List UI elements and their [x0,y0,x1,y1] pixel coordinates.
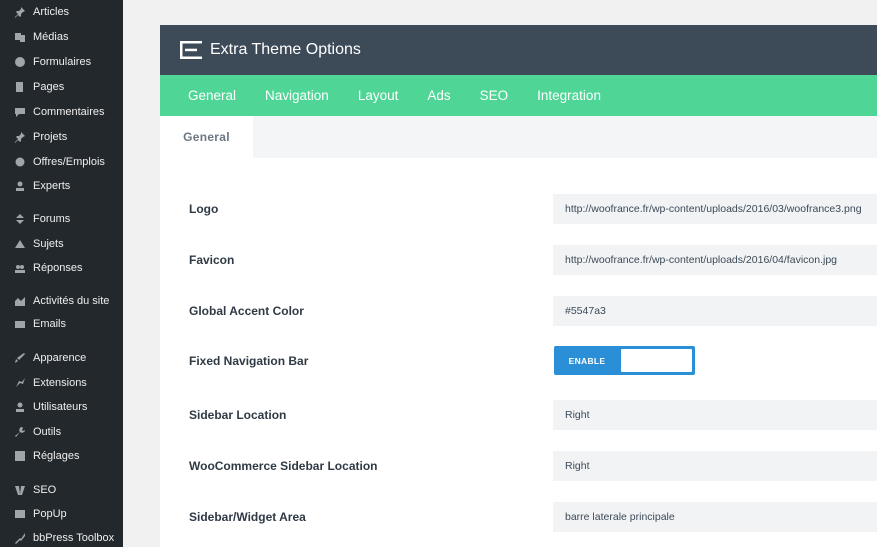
sidebar-item-projets[interactable]: Projets [0,126,123,148]
sidebar-item-seo[interactable]: SEO [0,479,123,501]
toolbox-icon [13,531,27,545]
popup-icon [13,507,27,521]
logo-url-field[interactable]: http://woofrance.fr/wp-content/uploads/2… [553,194,877,224]
brush-icon [13,351,27,365]
subtab-general[interactable]: General [160,116,253,158]
sidebar-item-sujets[interactable]: Sujets [0,233,123,255]
settings-icon [13,449,27,463]
forum-icon [13,212,27,226]
accent-color-label: Global Accent Color [189,304,304,318]
sidebar-item-forums[interactable]: Forums [0,208,123,230]
sidebar-item-outils[interactable]: Outils [0,421,123,443]
sidebar-location-label: Sidebar Location [189,408,287,422]
sidebar-item-popup[interactable]: PopUp [0,503,123,525]
email-icon [13,317,27,331]
sidebar-item-reglages[interactable]: Réglages [0,445,123,467]
tab-seo[interactable]: SEO [480,88,509,103]
plugin-icon [13,376,27,390]
wrench-icon [13,425,27,439]
extra-logo-icon [180,41,202,59]
sidebar-item-formulaires[interactable]: Formulaires [0,51,123,73]
accent-color-field[interactable]: #5547a3 [553,296,877,326]
tab-navigation[interactable]: Navigation [265,88,329,103]
topic-icon [13,237,27,251]
logo-label: Logo [189,202,219,216]
sidebar-item-activites[interactable]: Activités du site [0,290,123,312]
sidebar-item-pages[interactable]: Pages [0,76,123,98]
sidebar-item-reponses[interactable]: Réponses [0,257,123,279]
sidebar-item-medias[interactable]: Médias [0,26,123,48]
form-icon [13,55,27,69]
pin-icon [13,130,27,144]
tab-layout[interactable]: Layout [358,88,399,103]
favicon-label: Favicon [189,253,235,267]
sub-tabs: General [160,116,877,158]
tab-integration[interactable]: Integration [537,88,601,103]
page-icon [13,80,27,94]
tab-general[interactable]: General [188,88,236,103]
sidebar-item-emails[interactable]: Emails [0,313,123,335]
sidebar-item-experts[interactable]: Experts [0,175,123,197]
main-tabs: General Navigation Layout Ads SEO Integr… [160,75,877,116]
tab-ads[interactable]: Ads [427,88,450,103]
theme-options-panel: Extra Theme Options General Navigation L… [160,25,877,547]
sidebar-item-bbpress-toolbox[interactable]: bbPress Toolbox [0,527,123,547]
users-icon [13,400,27,414]
toggle-enable-label: ENABLE [568,355,606,366]
fixed-nav-label: Fixed Navigation Bar [189,354,309,368]
media-icon [13,30,27,44]
woocommerce-sidebar-select[interactable]: Right [553,451,877,481]
woocommerce-sidebar-label: WooCommerce Sidebar Location [189,459,378,473]
activity-icon [13,294,27,308]
briefcase-icon [13,155,27,169]
sidebar-item-offres-emplois[interactable]: Offres/Emplois [0,151,123,173]
user-icon [13,179,27,193]
sidebar-item-commentaires[interactable]: Commentaires [0,101,123,123]
toggle-knob [621,349,692,372]
pin-icon [13,5,27,19]
page-title: Extra Theme Options [210,41,361,58]
admin-sidebar: Articles Médias Formulaires Pages Commen… [0,0,123,547]
sidebar-item-utilisateurs[interactable]: Utilisateurs [0,396,123,418]
widget-area-select[interactable]: barre laterale principale [553,502,877,532]
sidebar-item-apparence[interactable]: Apparence [0,347,123,369]
seo-icon [13,483,27,497]
sidebar-item-extensions[interactable]: Extensions [0,372,123,394]
reply-icon [13,261,27,275]
favicon-url-field[interactable]: http://woofrance.fr/wp-content/uploads/2… [553,245,877,275]
comment-icon [13,105,27,119]
sidebar-location-select[interactable]: Right [553,400,877,430]
widget-area-label: Sidebar/Widget Area [189,510,306,524]
panel-header: Extra Theme Options [160,25,877,75]
fixed-nav-toggle[interactable]: ENABLE [554,346,695,375]
sidebar-item-articles[interactable]: Articles [0,1,123,23]
